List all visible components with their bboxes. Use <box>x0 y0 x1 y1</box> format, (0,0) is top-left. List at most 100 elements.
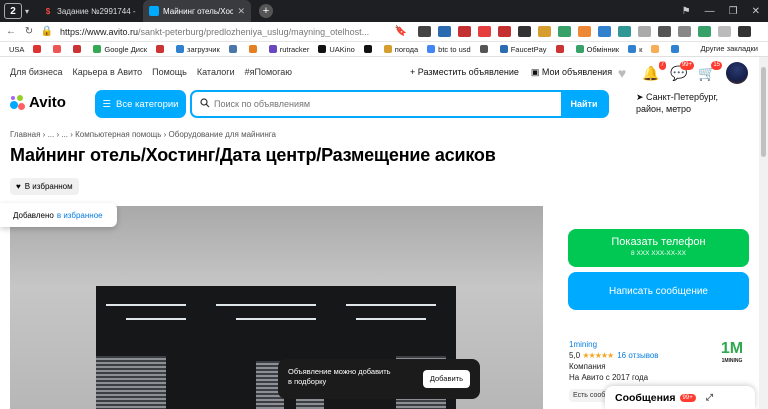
extension-icon[interactable] <box>718 26 731 37</box>
download-icon <box>176 45 184 53</box>
added-to-favorites-toast: Добавлено в избранное <box>0 203 117 227</box>
breadcrumb-mining-equipment[interactable]: Оборудование для майнинга <box>169 130 276 139</box>
bookmark-item[interactable] <box>671 45 682 53</box>
extension-icon[interactable] <box>518 26 531 37</box>
close-icon[interactable]: ✕ <box>237 6 245 17</box>
search-box: Найти <box>190 90 609 118</box>
cart-icon[interactable]: 🛒 15 <box>698 61 722 81</box>
write-message-button[interactable]: Написать сообщение <box>568 272 749 310</box>
extension-icon[interactable] <box>698 26 711 37</box>
seller-logo[interactable]: 1M 1MINING <box>716 340 748 368</box>
bookmark-item[interactable] <box>33 45 44 53</box>
user-icons: ♥ 🔔 7 💬 99+ 🛒 15 <box>614 61 748 84</box>
seller-name[interactable]: 1mining <box>569 339 659 350</box>
extension-icon[interactable] <box>478 26 491 37</box>
bookmark-icon[interactable]: ⚑ <box>682 6 691 17</box>
nav-career[interactable]: Карьера в Авито <box>73 67 143 77</box>
exchange-icon <box>575 45 584 53</box>
extension-icon[interactable] <box>638 26 651 37</box>
minimize-icon[interactable]: — <box>705 6 715 17</box>
new-tab-button[interactable]: + <box>259 4 273 18</box>
faucetpay-icon <box>499 45 508 53</box>
extension-icon[interactable] <box>618 26 631 37</box>
chat-icon[interactable]: 💬 99+ <box>670 61 694 81</box>
scrollbar-thumb[interactable] <box>761 67 766 157</box>
google-drive-icon <box>93 45 102 53</box>
favorites-link[interactable]: в избранное <box>57 211 103 220</box>
extension-icon[interactable] <box>578 26 591 37</box>
extension-icon[interactable] <box>418 26 431 37</box>
top-nav-actions: + Разместить объявление ▣ Мои объявления <box>410 67 612 78</box>
show-phone-button[interactable]: Показать телефон 8 XXX XXX-XX-XX <box>568 229 749 267</box>
search-input[interactable] <box>214 99 564 109</box>
search-icon <box>200 95 210 113</box>
search-button[interactable]: Найти <box>561 90 607 118</box>
bookmark-weather[interactable]: погода <box>383 45 418 54</box>
bookmark-item[interactable] <box>248 45 260 53</box>
bookmark-faucetpay[interactable]: FaucetPay <box>499 45 547 54</box>
bookmark-google-drive[interactable]: Google Диск <box>93 45 147 54</box>
heart-icon[interactable]: ♥ <box>614 65 630 81</box>
bookmark-exchanger[interactable]: Обмінник <box>575 45 619 54</box>
reload-icon[interactable]: ↻ <box>22 26 36 37</box>
extension-icon[interactable] <box>598 26 611 37</box>
post-ad-link[interactable]: + Разместить объявление <box>410 67 519 78</box>
extension-icon[interactable] <box>438 26 451 37</box>
url-field[interactable]: https://www.avito.ru/sankt-peterburg/pre… <box>60 27 390 37</box>
breadcrumb-computer-help[interactable]: Компьютерная помощь <box>75 130 161 139</box>
location-selector[interactable]: ➤ Санкт-Петербург, район, метро <box>636 91 718 115</box>
chevron-down-icon[interactable]: ▾ <box>25 7 37 16</box>
nav-catalogs[interactable]: Каталоги <box>197 67 235 77</box>
maximize-icon[interactable]: ❐ <box>729 6 738 17</box>
scrollbar[interactable] <box>759 57 768 409</box>
reviews-link[interactable]: 16 отзывов <box>617 351 658 360</box>
bookmark-item[interactable] <box>555 45 567 53</box>
expand-icon[interactable]: ⤢ <box>706 392 713 403</box>
browser-tab-avito[interactable]: Майнинг отель/Хостинг ✕ <box>143 0 251 22</box>
close-window-icon[interactable]: ✕ <box>752 6 760 17</box>
my-ads-link[interactable]: ▣ Мои объявления <box>531 67 612 78</box>
extension-icon[interactable] <box>458 26 471 37</box>
back-icon[interactable]: ← <box>4 26 18 37</box>
bookmarks-bar: USA Google Диск загрузчик rutracker UAKi… <box>0 42 768 57</box>
nav-help[interactable]: Помощь <box>152 67 187 77</box>
bookmark-uakino[interactable]: UAKino <box>318 45 355 54</box>
bookmark-item[interactable] <box>363 45 375 53</box>
extension-icon[interactable] <box>498 26 511 37</box>
browser-tab-bar: 2 ▾ $ Задание №2991744 - про Майнинг оте… <box>0 0 768 22</box>
bookmark-item[interactable] <box>651 45 662 53</box>
bookmark-item[interactable] <box>156 45 167 53</box>
avito-icon <box>149 6 159 16</box>
bookmark-item[interactable] <box>53 45 64 53</box>
bookmark-downloader[interactable]: загрузчик <box>176 45 220 54</box>
favorite-button[interactable]: ♥ В избранном <box>10 178 79 195</box>
avito-logo[interactable]: Avito <box>10 94 66 111</box>
tab-counter[interactable]: 2 <box>4 3 22 19</box>
bookmark-item[interactable]: к <box>628 45 642 54</box>
bookmark-item[interactable] <box>228 45 240 53</box>
extension-icon[interactable] <box>658 26 671 37</box>
bookmark-item[interactable] <box>479 45 491 53</box>
bookmark-usa[interactable]: USA <box>9 45 24 54</box>
avatar[interactable] <box>726 62 748 84</box>
browser-tab-task[interactable]: $ Задание №2991744 - про <box>37 0 143 22</box>
extension-icon[interactable] <box>538 26 551 37</box>
add-to-collection-button[interactable]: Добавить <box>422 370 470 388</box>
extension-icon[interactable] <box>678 26 691 37</box>
all-categories-button[interactable]: ☰ Все категории <box>95 90 186 118</box>
bookmark-item[interactable] <box>73 45 84 53</box>
messages-chat-bar[interactable]: Сообщения 99+ ⤢ <box>605 386 755 409</box>
bell-icon[interactable]: 🔔 7 <box>642 61 666 81</box>
bookmark-btc[interactable]: btc to usd <box>427 45 471 54</box>
bookmark-star-icon[interactable]: 🔖 <box>394 26 408 37</box>
breadcrumb-home[interactable]: Главная <box>10 130 40 139</box>
extension-icon[interactable] <box>738 26 751 37</box>
nav-i-help[interactable]: #яПомогаю <box>245 67 292 77</box>
nav-business[interactable]: Для бизнеса <box>10 67 63 77</box>
plus-icon: + <box>410 67 418 77</box>
extension-icon[interactable] <box>558 26 571 37</box>
other-bookmarks[interactable]: Другие закладки <box>701 44 758 53</box>
page-title: Майнинг отель/Хостинг/Дата центр/Размеще… <box>10 145 496 165</box>
bookmark-rutracker[interactable]: rutracker <box>268 45 309 54</box>
collection-popup: Объявление можно добавить в подборку Доб… <box>278 359 480 399</box>
